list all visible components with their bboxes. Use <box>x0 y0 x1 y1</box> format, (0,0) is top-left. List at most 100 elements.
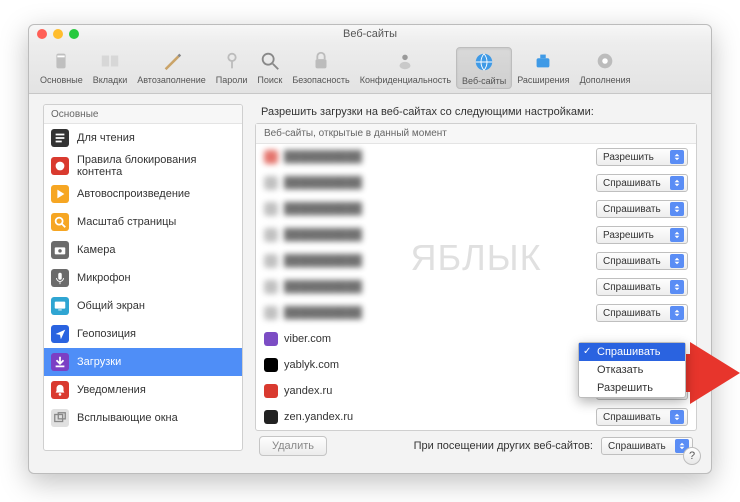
site-domain: ██████████ <box>284 203 590 215</box>
toolbar-privacy[interactable]: Конфиденциальность <box>355 47 456 87</box>
sidebar-item-label: Автовоспроизведение <box>77 188 190 200</box>
minimize-icon[interactable] <box>53 29 63 39</box>
site-row[interactable]: ██████████Разрешить <box>256 222 696 248</box>
toolbar-advanced[interactable]: Дополнения <box>575 47 636 87</box>
favicon-icon <box>264 410 278 424</box>
site-row[interactable]: ██████████ Спрашивать <box>256 300 696 326</box>
site-setting-dropdown[interactable]: Спрашивать <box>596 174 688 192</box>
site-setting-dropdown[interactable]: Спрашивать <box>596 252 688 270</box>
dropdown-value: Спрашивать <box>608 441 666 452</box>
zoom-icon[interactable] <box>69 29 79 39</box>
dropdown-value: Спрашивать <box>603 256 661 267</box>
window-title: Веб-сайты <box>29 28 711 40</box>
notifications-icon <box>51 381 69 399</box>
sidebar-header: Основные <box>44 105 242 124</box>
site-domain: ██████████ <box>284 151 590 163</box>
chevron-updown-icon <box>670 228 684 242</box>
delete-button[interactable]: Удалить <box>259 436 327 456</box>
downloads-icon <box>51 353 69 371</box>
sidebar-item-autoplay[interactable]: Автовоспроизведение <box>44 180 242 208</box>
sidebar-item-label: Правила блокирования контента <box>77 154 235 178</box>
site-domain: viber.com <box>284 333 590 345</box>
toolbar-search[interactable]: Поиск <box>252 47 287 87</box>
footer: Удалить При посещении других веб-сайтов:… <box>255 431 697 461</box>
toolbar-label: Конфиденциальность <box>360 75 451 85</box>
toolbar-label: Пароли <box>216 75 248 85</box>
chevron-updown-icon <box>670 202 684 216</box>
sidebar-item-contentblock[interactable]: Правила блокирования контента <box>44 152 242 180</box>
reader-icon <box>51 129 69 147</box>
sidebar-item-popups[interactable]: Всплывающие окна <box>44 404 242 432</box>
sidebar-item-reader[interactable]: Для чтения <box>44 124 242 152</box>
sidebar-item-label: Камера <box>77 244 115 256</box>
traffic-lights <box>37 29 79 39</box>
sidebar-item-screenshare[interactable]: Общий экран <box>44 292 242 320</box>
passwords-icon <box>220 49 244 73</box>
sidebar-item-label: Загрузки <box>77 356 121 368</box>
dropdown-value: Спрашивать <box>603 204 661 215</box>
sidebar-item-downloads[interactable]: Загрузки <box>44 348 242 376</box>
dropdown-value: Спрашивать <box>603 178 661 189</box>
site-setting-dropdown[interactable]: Разрешить <box>596 226 688 244</box>
site-row[interactable]: ██████████ Разрешить <box>256 144 696 170</box>
default-setting-dropdown[interactable]: Спрашивать <box>601 437 693 455</box>
site-domain: ██████████ <box>284 177 590 189</box>
main-header: Разрешить загрузки на веб-сайтах со след… <box>261 106 697 118</box>
toolbar-label: Веб-сайты <box>462 76 506 86</box>
site-row[interactable]: zen.yandex.ruСпрашивать <box>256 404 696 430</box>
chevron-updown-icon <box>670 410 684 424</box>
dropdown-value: Спрашивать <box>603 282 661 293</box>
toolbar-autofill[interactable]: Автозаполнение <box>132 47 211 87</box>
toolbar-label: Безопасность <box>292 75 349 85</box>
toolbar-label: Основные <box>40 75 83 85</box>
sidebar-item-microphone[interactable]: Микрофон <box>44 264 242 292</box>
site-setting-dropdown[interactable]: Спрашивать <box>596 304 688 322</box>
security-icon <box>309 49 333 73</box>
favicon-icon <box>264 150 278 164</box>
site-setting-dropdown[interactable]: Спрашивать <box>596 278 688 296</box>
site-domain: ██████████ <box>284 255 590 267</box>
favicon-icon <box>264 228 278 242</box>
site-list-header: Веб-сайты, открытые в данный момент <box>256 124 696 144</box>
camera-icon <box>51 241 69 259</box>
sidebar-item-notifications[interactable]: Уведомления <box>44 376 242 404</box>
toolbar-passwords[interactable]: Пароли <box>211 47 253 87</box>
sidebar-item-camera[interactable]: Камера <box>44 236 242 264</box>
site-list: Веб-сайты, открытые в данный момент ЯБЛЫ… <box>255 123 697 431</box>
site-setting-dropdown[interactable]: Спрашивать <box>596 200 688 218</box>
site-setting-dropdown[interactable]: Разрешить <box>596 148 688 166</box>
sidebar-item-label: Общий экран <box>77 300 145 312</box>
chevron-updown-icon <box>670 280 684 294</box>
autofill-icon <box>160 49 184 73</box>
sidebar-item-location[interactable]: Геопозиция <box>44 320 242 348</box>
toolbar-extensions[interactable]: Расширения <box>512 47 574 87</box>
site-row[interactable]: ██████████ Спрашивать <box>256 170 696 196</box>
favicon-icon <box>264 280 278 294</box>
menu-item[interactable]: Отказать <box>579 361 685 379</box>
help-button[interactable]: ? <box>683 447 701 465</box>
sidebar-item-label: Геопозиция <box>77 328 136 340</box>
toolbar-general[interactable]: Основные <box>35 47 88 87</box>
content: Основные Для чтенияПравила блокирования … <box>29 94 711 473</box>
titlebar: Веб-сайты <box>29 25 711 43</box>
chevron-updown-icon <box>670 254 684 268</box>
sidebar-item-label: Всплывающие окна <box>77 412 178 424</box>
menu-item[interactable]: Разрешить <box>579 379 685 397</box>
site-row[interactable]: ██████████ Спрашивать <box>256 196 696 222</box>
menu-item[interactable]: ✓Спрашивать <box>579 343 685 361</box>
site-setting-dropdown[interactable]: Спрашивать <box>596 408 688 426</box>
toolbar-tabs[interactable]: Вкладки <box>88 47 133 87</box>
site-row[interactable]: ██████████Спрашивать <box>256 274 696 300</box>
toolbar-websites[interactable]: Веб-сайты <box>456 47 512 89</box>
site-row[interactable]: ██████████ Спрашивать <box>256 248 696 274</box>
setting-dropdown-menu[interactable]: ✓СпрашиватьОтказатьРазрешить <box>578 342 686 398</box>
sidebar-item-zoom[interactable]: Масштаб страницы <box>44 208 242 236</box>
sidebar-item-label: Микрофон <box>77 272 131 284</box>
dropdown-value: Разрешить <box>603 230 654 241</box>
location-icon <box>51 325 69 343</box>
favicon-icon <box>264 202 278 216</box>
close-icon[interactable] <box>37 29 47 39</box>
favicon-icon <box>264 254 278 268</box>
site-domain: ██████████ <box>284 307 590 319</box>
toolbar-security[interactable]: Безопасность <box>287 47 354 87</box>
